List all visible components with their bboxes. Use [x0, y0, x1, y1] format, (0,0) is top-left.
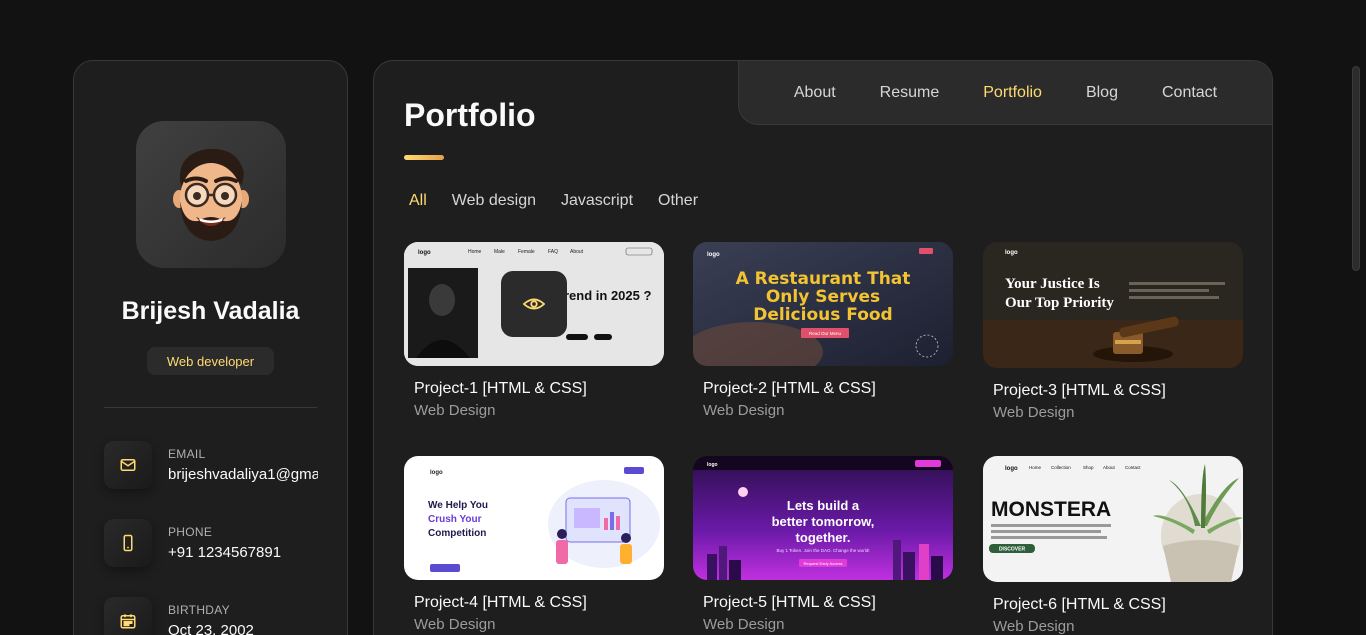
svg-text:Home: Home: [468, 249, 482, 255]
nav-contact[interactable]: Contact: [1140, 84, 1239, 102]
project-card[interactable]: logo A Restaurant That Only Serves Delic…: [693, 242, 953, 419]
filter-javascript[interactable]: Javascript: [561, 192, 633, 210]
svg-text:Only Serves: Only Serves: [766, 287, 880, 307]
title-underline: [404, 155, 444, 160]
svg-text:About: About: [570, 249, 584, 255]
svg-text:Female: Female: [518, 249, 535, 255]
svg-text:DISCOVER: DISCOVER: [999, 547, 1026, 553]
page-title: Portfolio: [404, 97, 536, 133]
project-category: Web Design: [703, 616, 785, 633]
project-card[interactable]: logo Your Justice Is Our Top Priority Pr…: [983, 242, 1243, 421]
filter-all[interactable]: All: [409, 192, 427, 210]
contact-phone: PHONE +91 1234567891: [104, 519, 324, 569]
svg-text:Lets build a: Lets build a: [787, 498, 860, 513]
svg-text:FAQ: FAQ: [548, 249, 558, 255]
top-navbar: About Resume Portfolio Blog Contact: [738, 61, 1272, 125]
eye-icon: [523, 298, 545, 310]
project-thumbnail[interactable]: logo A Restaurant That Only Serves Delic…: [693, 242, 953, 366]
project-card[interactable]: logo We Help You Crush Your Competition …: [404, 456, 664, 633]
svg-text:Shop: Shop: [1083, 465, 1094, 470]
project-2-preview: logo A Restaurant That Only Serves Delic…: [693, 242, 953, 366]
svg-text:Our Top Priority: Our Top Priority: [1005, 295, 1114, 311]
svg-text:rend in 2025 ?: rend in 2025 ?: [564, 288, 651, 303]
svg-text:Your Justice Is: Your Justice Is: [1005, 276, 1100, 292]
project-5-preview: logo Lets build a better tomorrow, toget…: [693, 456, 953, 580]
project-title: Project-2 [HTML & CSS]: [703, 380, 876, 397]
contact-email: EMAIL brijeshvadaliya1@gmail.com: [104, 441, 324, 491]
memoji-avatar-icon: [173, 148, 249, 241]
svg-text:MONSTERA: MONSTERA: [991, 498, 1111, 521]
profile-name: Brijesh Vadalia: [121, 297, 300, 325]
svg-text:Crush Your: Crush Your: [428, 514, 482, 525]
project-category: Web Design: [993, 618, 1075, 635]
project-category: Web Design: [414, 402, 496, 419]
project-4-preview: logo We Help You Crush Your Competition: [404, 456, 664, 580]
nav-about[interactable]: About: [772, 84, 858, 102]
project-thumbnail[interactable]: logo Home Collection Shop About Contact …: [983, 456, 1243, 582]
contact-label: EMAIL: [168, 447, 206, 461]
project-title: Project-4 [HTML & CSS]: [414, 594, 587, 611]
svg-text:Read Our Menu: Read Our Menu: [809, 331, 842, 336]
project-category: Web Design: [703, 402, 785, 419]
svg-text:Competition: Competition: [428, 528, 486, 539]
sidebar-separator: [104, 407, 317, 408]
project-title: Project-6 [HTML & CSS]: [993, 596, 1166, 613]
view-project-button[interactable]: [501, 271, 567, 337]
contact-label: BIRTHDAY: [168, 603, 230, 617]
project-card[interactable]: logo Lets build a better tomorrow, toget…: [693, 456, 953, 633]
project-category: Web Design: [993, 404, 1075, 421]
svg-text:logo: logo: [1005, 250, 1018, 256]
svg-text:Male: Male: [494, 249, 505, 255]
mail-icon: [104, 441, 152, 489]
calendar-icon: [104, 597, 152, 635]
project-3-preview: logo Your Justice Is Our Top Priority: [983, 242, 1243, 368]
svg-text:together.: together.: [796, 530, 851, 545]
profile-title-badge: Web developer: [147, 347, 274, 375]
page-scrollbar[interactable]: [1352, 66, 1360, 271]
project-6-preview: logo Home Collection Shop About Contact …: [983, 456, 1243, 582]
project-thumbnail[interactable]: logo Your Justice Is Our Top Priority: [983, 242, 1243, 368]
project-thumbnail[interactable]: logo Home Male Female FAQ About rend in …: [404, 242, 664, 366]
project-card[interactable]: logo Home Male Female FAQ About rend in …: [404, 242, 664, 419]
svg-text:Request Early Access: Request Early Access: [804, 561, 843, 566]
svg-text:logo: logo: [707, 252, 720, 258]
filter-web-design[interactable]: Web design: [452, 192, 536, 210]
project-thumbnail[interactable]: logo Lets build a better tomorrow, toget…: [693, 456, 953, 580]
svg-text:A Restaurant That: A Restaurant That: [736, 269, 911, 289]
svg-text:Delicious Food: Delicious Food: [753, 305, 892, 325]
svg-text:better tomorrow,: better tomorrow,: [772, 514, 875, 529]
contact-birthday: BIRTHDAY Oct 23, 2002: [104, 597, 324, 635]
contact-label: PHONE: [168, 525, 213, 539]
svg-text:We Help You: We Help You: [428, 500, 488, 511]
svg-text:logo: logo: [418, 250, 431, 256]
filter-other[interactable]: Other: [658, 192, 698, 210]
phone-icon: [104, 519, 152, 567]
nav-portfolio[interactable]: Portfolio: [961, 84, 1064, 102]
phone-link[interactable]: +91 1234567891: [168, 544, 318, 561]
svg-text:Buy 1 Token. Join the DAO. Cha: Buy 1 Token. Join the DAO. Change the wo…: [777, 548, 870, 553]
project-title: Project-5 [HTML & CSS]: [703, 594, 876, 611]
project-card[interactable]: logo Home Collection Shop About Contact …: [983, 456, 1243, 635]
project-title: Project-3 [HTML & CSS]: [993, 382, 1166, 399]
svg-text:logo: logo: [430, 470, 443, 476]
filter-list: All Web design Javascript Other: [409, 192, 698, 210]
svg-text:logo: logo: [1005, 466, 1018, 472]
birthday-value: Oct 23, 2002: [168, 622, 254, 635]
nav-blog[interactable]: Blog: [1064, 84, 1140, 102]
avatar: [136, 121, 286, 268]
svg-text:About: About: [1103, 465, 1116, 470]
project-thumbnail[interactable]: logo We Help You Crush Your Competition: [404, 456, 664, 580]
svg-text:Collection: Collection: [1051, 465, 1071, 470]
svg-text:Contact: Contact: [1125, 465, 1141, 470]
portfolio-panel: About Resume Portfolio Blog Contact Port…: [373, 60, 1273, 635]
project-category: Web Design: [414, 616, 496, 633]
svg-text:logo: logo: [707, 462, 718, 468]
profile-sidebar: Brijesh Vadalia Web developer EMAIL brij…: [73, 60, 348, 635]
email-link[interactable]: brijeshvadaliya1@gmail.com: [168, 466, 318, 483]
svg-text:Home: Home: [1029, 465, 1042, 470]
project-title: Project-1 [HTML & CSS]: [414, 380, 587, 397]
nav-resume[interactable]: Resume: [858, 84, 962, 102]
